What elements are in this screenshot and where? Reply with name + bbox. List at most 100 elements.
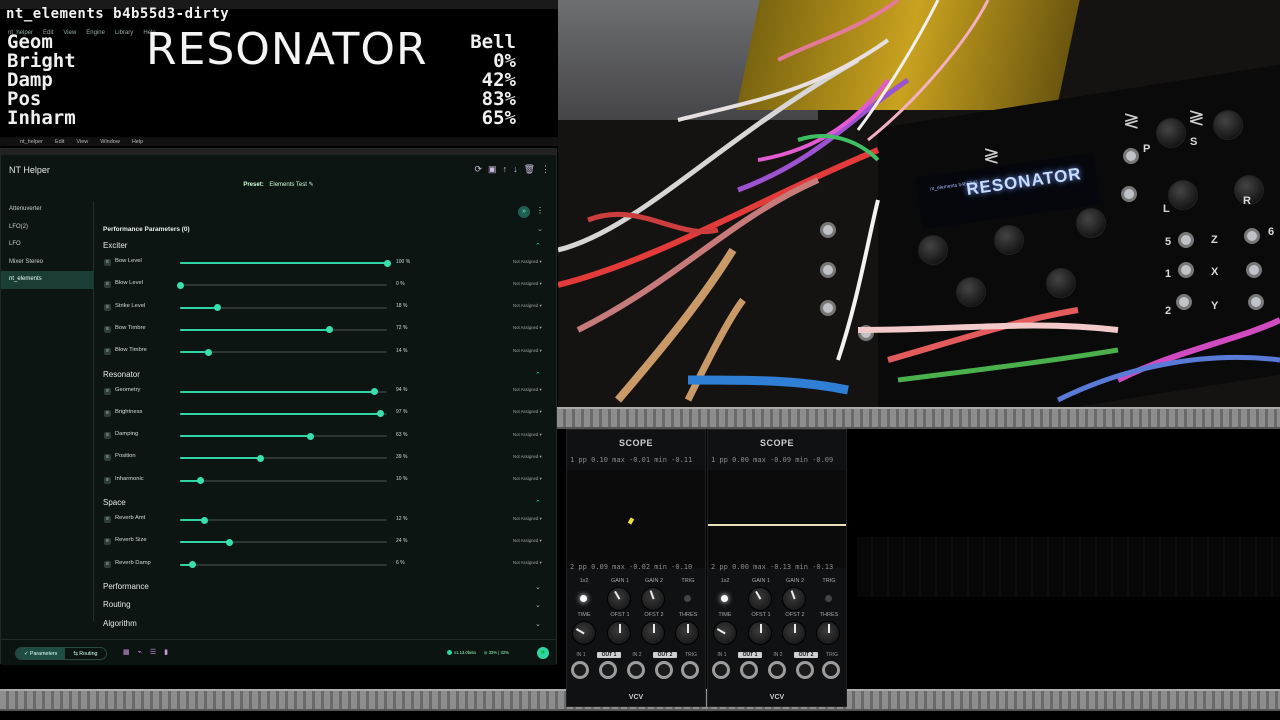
mapping-dropdown[interactable]: Not Assigned ▾	[513, 538, 542, 544]
section-header-routing[interactable]: Routing	[103, 600, 131, 609]
section-header-exciter[interactable]: Exciter	[103, 241, 127, 250]
param-slider[interactable]	[180, 561, 387, 569]
out-2-jack[interactable]	[796, 661, 814, 679]
chevron-up-icon[interactable]: ⌃	[535, 371, 541, 379]
collapse-all-button[interactable]: »	[518, 206, 530, 218]
chevron-up-icon[interactable]: ⌃	[535, 499, 541, 507]
mapping-dropdown[interactable]: Not Assigned ▾	[513, 432, 542, 438]
arrow-up-icon[interactable]: ↑	[503, 164, 508, 175]
param-slider[interactable]	[180, 538, 387, 546]
param-lock-icon[interactable]: ≡	[104, 432, 111, 440]
section-header-algorithm[interactable]: Algorithm	[103, 619, 137, 628]
grid-icon[interactable]: ▦	[123, 648, 130, 656]
threshold-knob[interactable]	[675, 621, 699, 645]
param-slider[interactable]	[180, 326, 387, 334]
section-header-resonator[interactable]: Resonator	[103, 370, 140, 379]
slider-thumb[interactable]	[176, 281, 184, 289]
save-icon[interactable]: ▣	[488, 164, 497, 175]
trig-led[interactable]	[825, 595, 832, 602]
menu-item-window[interactable]: Window	[100, 139, 120, 145]
slider-thumb[interactable]	[383, 259, 391, 267]
chevron-down-icon[interactable]: ⌄	[537, 225, 543, 233]
param-lock-icon[interactable]: ≡	[104, 560, 111, 568]
tab-routing[interactable]: ⇆ Routing	[65, 648, 105, 659]
param-slider[interactable]	[180, 304, 387, 312]
bars-icon[interactable]: ▮	[164, 648, 168, 656]
mapping-dropdown[interactable]: Not Assigned ▾	[513, 560, 542, 566]
param-lock-icon[interactable]: ≡	[104, 516, 111, 523]
slider-thumb[interactable]	[257, 454, 265, 462]
mapping-dropdown[interactable]: Not Assigned ▾	[513, 348, 542, 354]
offset-1-knob[interactable]	[748, 621, 772, 645]
menu-item-view[interactable]: View	[76, 139, 88, 145]
param-slider[interactable]	[180, 259, 391, 267]
param-slider[interactable]	[176, 281, 387, 289]
param-lock-icon[interactable]: ≡	[104, 387, 111, 395]
window-titlebar[interactable]	[1, 149, 556, 155]
mapping-dropdown[interactable]: Not Assigned ▾	[513, 387, 542, 393]
preset-name[interactable]: Elements Test	[269, 182, 307, 188]
param-slider[interactable]	[180, 477, 387, 485]
list-icon[interactable]: ☰	[150, 648, 156, 656]
scope-display[interactable]	[567, 470, 705, 568]
slider-thumb[interactable]	[325, 326, 333, 334]
param-slider[interactable]	[180, 454, 387, 462]
mapping-dropdown[interactable]: Not Assigned ▾	[513, 325, 542, 331]
param-slider[interactable]	[180, 388, 387, 395]
connect-button[interactable]: ●	[537, 647, 549, 659]
param-lock-icon[interactable]: ≡	[104, 325, 111, 333]
tab-parameters[interactable]: ✓ Parameters	[16, 648, 66, 659]
chart-icon[interactable]: ⌁	[138, 648, 142, 656]
slider-thumb[interactable]	[306, 432, 314, 440]
chevron-down-icon[interactable]: ⌄	[535, 620, 541, 628]
param-lock-icon[interactable]: ≡	[104, 259, 111, 266]
time-knob[interactable]	[572, 621, 596, 645]
slider-thumb[interactable]	[201, 516, 209, 524]
gain-2-knob[interactable]	[782, 587, 806, 611]
chevron-down-icon[interactable]: ⌄	[535, 583, 541, 591]
param-lock-icon[interactable]: ≡	[104, 454, 111, 462]
mapping-dropdown[interactable]: Not Assigned ▾	[513, 516, 542, 522]
slider-thumb[interactable]	[197, 477, 205, 485]
slider-thumb[interactable]	[188, 561, 196, 569]
param-lock-icon[interactable]: ≡	[104, 409, 111, 417]
sidebar-item-attenuverter[interactable]: Attenuverter	[1, 201, 93, 219]
menu-item-engine[interactable]: Engine	[86, 30, 105, 38]
mapping-dropdown[interactable]: Not Assigned ▾	[513, 476, 542, 482]
slider-thumb[interactable]	[226, 538, 234, 546]
section-header-space[interactable]: Space	[103, 498, 126, 507]
mapping-dropdown[interactable]: Not Assigned ▾	[513, 303, 542, 309]
param-lock-icon[interactable]: ≡	[104, 281, 111, 289]
gain-2-knob[interactable]	[641, 587, 665, 611]
param-slider[interactable]	[180, 348, 387, 356]
param-slider[interactable]	[180, 432, 387, 440]
offset-1-knob[interactable]	[607, 621, 631, 645]
chevron-down-icon[interactable]: ⌄	[535, 601, 541, 609]
mapping-dropdown[interactable]: Not Assigned ▾	[513, 281, 542, 287]
sidebar-item-lfo[interactable]: LFO	[1, 236, 93, 254]
param-lock-icon[interactable]: ≡	[104, 538, 111, 546]
param-lock-icon[interactable]: ≡	[104, 348, 111, 356]
trig-jack[interactable]	[681, 661, 699, 679]
threshold-knob[interactable]	[816, 621, 840, 645]
more-vert-icon[interactable]: ⋮	[541, 164, 550, 175]
sidebar-item-nt-elements[interactable]: nt_elements	[1, 271, 93, 289]
trash-icon[interactable]: 🗑	[524, 164, 535, 175]
out-2-jack[interactable]	[655, 661, 673, 679]
sidebar-item-lfo2[interactable]: LFO(2)	[1, 219, 93, 237]
gain-1-knob[interactable]	[607, 587, 631, 611]
time-knob[interactable]	[713, 621, 737, 645]
mapping-dropdown[interactable]: Not Assigned ▾	[513, 259, 542, 265]
trig-jack[interactable]	[822, 661, 840, 679]
sidebar-item-mixer-stereo[interactable]: Mixer Stereo	[1, 254, 93, 272]
out-1-jack[interactable]	[599, 661, 617, 679]
menu-item-edit[interactable]: Edit	[55, 139, 64, 145]
in-1-jack[interactable]	[712, 661, 730, 679]
offset-2-knob[interactable]	[641, 621, 665, 645]
slider-thumb[interactable]	[205, 348, 213, 356]
refresh-icon[interactable]: ⟳	[475, 164, 483, 175]
trig-led[interactable]	[684, 595, 691, 602]
in-2-jack[interactable]	[627, 661, 645, 679]
in-1-jack[interactable]	[571, 661, 589, 679]
menu-item-library[interactable]: Library	[115, 30, 133, 38]
